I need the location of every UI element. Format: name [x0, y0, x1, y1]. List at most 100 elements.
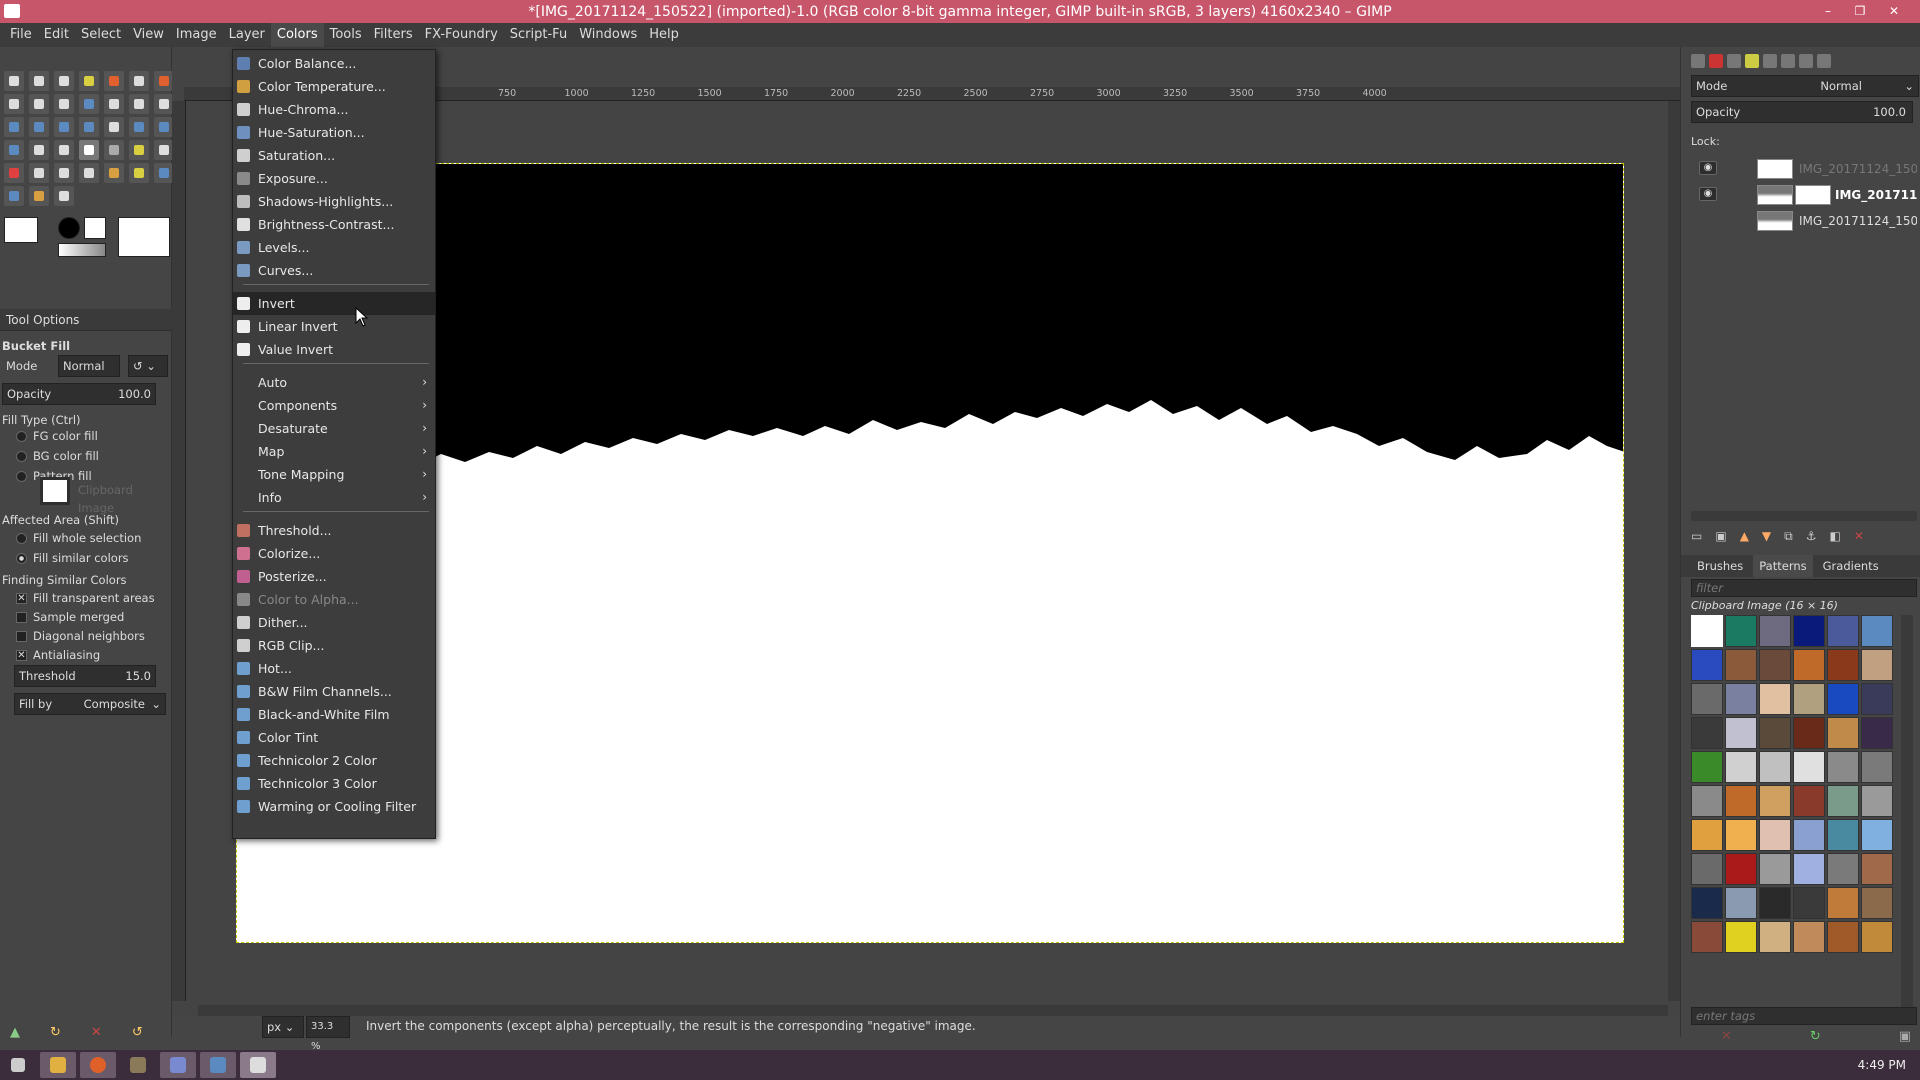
- tool-13[interactable]: [129, 94, 149, 114]
- pattern-swatch[interactable]: [1793, 819, 1825, 851]
- check-0[interactable]: ✕ Fill transparent areas: [16, 589, 155, 607]
- vertical-ruler[interactable]: [172, 101, 186, 1001]
- menu-item-invert[interactable]: Invert: [233, 292, 435, 315]
- pattern-swatch[interactable]: [1827, 853, 1859, 885]
- tool-17[interactable]: [54, 117, 74, 137]
- gimp-active-icon[interactable]: [240, 1052, 276, 1078]
- menu-item-levels[interactable]: Levels...: [233, 236, 435, 259]
- layer-mode-select[interactable]: Mode Normal ⌄: [1691, 75, 1919, 97]
- pattern-swatch[interactable]: [1827, 649, 1859, 681]
- discord-icon[interactable]: [160, 1052, 196, 1078]
- refresh-patterns-icon[interactable]: ↻: [1810, 1029, 1821, 1044]
- pattern-swatch[interactable]: [1759, 921, 1791, 953]
- menu-view[interactable]: View: [127, 23, 170, 47]
- affected-area-1[interactable]: Fill similar colors: [16, 549, 129, 567]
- tool-29[interactable]: [4, 163, 24, 183]
- pattern-swatch[interactable]: [1793, 649, 1825, 681]
- menu-item-threshold[interactable]: Threshold...: [233, 519, 435, 542]
- menu-item-color-tint[interactable]: Color Tint: [233, 726, 435, 749]
- minimize-button[interactable]: –: [1814, 0, 1842, 23]
- brush-preview[interactable]: [58, 217, 80, 239]
- tool-7[interactable]: [154, 71, 174, 91]
- pattern-swatch[interactable]: [1861, 683, 1893, 715]
- menu-item-hue-chroma[interactable]: Hue-Chroma...: [233, 98, 435, 121]
- delete-options-icon[interactable]: ✕: [91, 1025, 102, 1045]
- menu-item-hot[interactable]: Hot...: [233, 657, 435, 680]
- menu-item-technicolor-3-color[interactable]: Technicolor 3 Color: [233, 772, 435, 795]
- tool-30[interactable]: [29, 163, 49, 183]
- tab-brushes[interactable]: Brushes: [1691, 555, 1749, 577]
- pattern-swatch-button[interactable]: [40, 477, 70, 505]
- menu-item-hue-saturation[interactable]: Hue-Saturation...: [233, 121, 435, 144]
- tool-33[interactable]: [104, 163, 124, 183]
- fill-type-1[interactable]: BG color fill: [16, 447, 99, 465]
- close-button[interactable]: ✕: [1880, 0, 1908, 23]
- submenu-map[interactable]: Map ›: [233, 440, 435, 463]
- start-button[interactable]: [0, 1052, 36, 1078]
- layer-row[interactable]: IMG_20171124_150: [1691, 209, 1919, 233]
- menu-image[interactable]: Image: [170, 23, 223, 47]
- layer-row[interactable]: ◉ IMG_20171124_150: [1691, 157, 1919, 181]
- tool-18[interactable]: [79, 117, 99, 137]
- menu-item-color-balance[interactable]: Color Balance...: [233, 52, 435, 75]
- tab-images-icon[interactable]: [1763, 54, 1777, 68]
- menu-fx-foundry[interactable]: FX-Foundry: [419, 23, 504, 47]
- pattern-swatch[interactable]: [1759, 615, 1791, 647]
- pattern-swatch[interactable]: [1827, 921, 1859, 953]
- tool-5[interactable]: [104, 71, 124, 91]
- opacity-slider[interactable]: Opacity 100.0: [2, 383, 156, 405]
- pattern-swatch[interactable]: [1827, 819, 1859, 851]
- visibility-eye-icon[interactable]: ◉: [1699, 161, 1717, 175]
- delete-layer-icon[interactable]: ✕: [1854, 529, 1864, 547]
- menu-windows[interactable]: Windows: [573, 23, 643, 47]
- tool-22[interactable]: [4, 140, 24, 160]
- menu-item-saturation[interactable]: Saturation...: [233, 144, 435, 167]
- tool-11[interactable]: [79, 94, 99, 114]
- unit-select[interactable]: px ⌄: [262, 1016, 304, 1038]
- pattern-swatch[interactable]: [1759, 751, 1791, 783]
- mask-layer-icon[interactable]: ◧: [1830, 529, 1841, 547]
- pattern-swatch[interactable]: [1759, 819, 1791, 851]
- pattern-swatch[interactable]: [1827, 785, 1859, 817]
- pattern-swatch[interactable]: [1759, 683, 1791, 715]
- tool-37[interactable]: [29, 186, 49, 206]
- menu-item-color-to-alpha[interactable]: Color to Alpha...: [233, 588, 435, 611]
- affected-area-0[interactable]: Fill whole selection: [16, 529, 141, 547]
- raise-layer-icon[interactable]: ▲: [1740, 529, 1749, 547]
- pattern-swatch[interactable]: [1793, 615, 1825, 647]
- menu-item-dither[interactable]: Dither...: [233, 611, 435, 634]
- menu-filters[interactable]: Filters: [368, 23, 419, 47]
- pattern-swatch[interactable]: [1691, 785, 1723, 817]
- pattern-swatch[interactable]: [1759, 887, 1791, 919]
- fg-color-swatch[interactable]: [4, 217, 38, 243]
- tool-26[interactable]: [104, 140, 124, 160]
- pattern-swatch[interactable]: [1759, 785, 1791, 817]
- pattern-swatch[interactable]: [1827, 717, 1859, 749]
- check-3[interactable]: ✕ Antialiasing: [16, 646, 100, 664]
- duplicate-layer-icon[interactable]: ⧉: [1784, 529, 1793, 547]
- submenu-components[interactable]: Components ›: [233, 394, 435, 417]
- menu-item-linear-invert[interactable]: Linear Invert: [233, 315, 435, 338]
- gimp-taskbar-icon[interactable]: [120, 1052, 156, 1078]
- pattern-swatch[interactable]: [1759, 853, 1791, 885]
- maximize-button[interactable]: ❐: [1846, 0, 1874, 23]
- pattern-swatch[interactable]: [1827, 615, 1859, 647]
- vertical-scrollbar[interactable]: [1668, 101, 1680, 1001]
- window-icon[interactable]: [200, 1052, 236, 1078]
- tab-gradients[interactable]: Gradients: [1817, 555, 1885, 577]
- tool-1[interactable]: [4, 71, 24, 91]
- tab-patterns-icon[interactable]: [1799, 54, 1813, 68]
- tool-19[interactable]: [104, 117, 124, 137]
- tool-12[interactable]: [104, 94, 124, 114]
- pattern-swatch[interactable]: [1861, 819, 1893, 851]
- pattern-swatch[interactable]: [1691, 615, 1723, 647]
- pattern-swatch[interactable]: [1793, 717, 1825, 749]
- menu-script-fu[interactable]: Script-Fu: [504, 23, 573, 47]
- pattern-swatch[interactable]: [1793, 853, 1825, 885]
- menu-item-brightness-contrast[interactable]: Brightness-Contrast...: [233, 213, 435, 236]
- tool-36[interactable]: [4, 186, 24, 206]
- menu-layer[interactable]: Layer: [223, 23, 271, 47]
- menu-item-value-invert[interactable]: Value Invert: [233, 338, 435, 361]
- tool-32[interactable]: [79, 163, 99, 183]
- pattern-swatch[interactable]: [1725, 615, 1757, 647]
